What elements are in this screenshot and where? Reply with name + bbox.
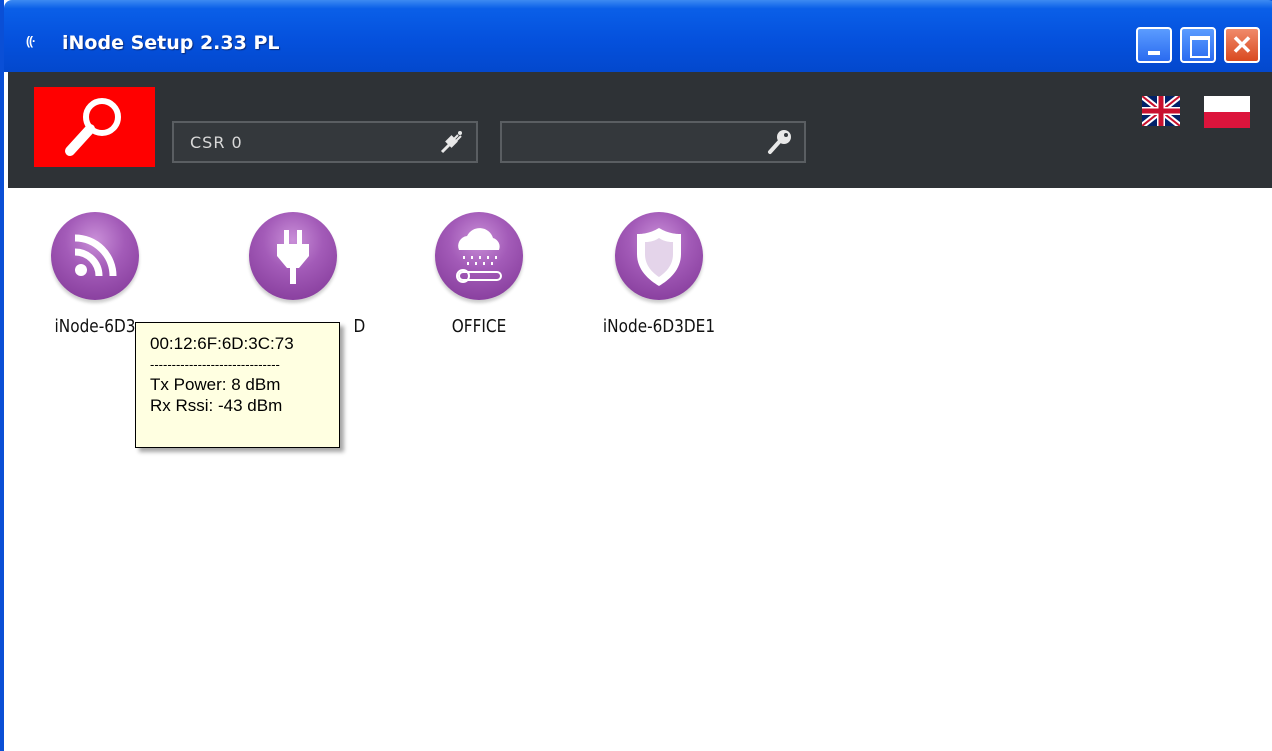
shield-icon: [615, 212, 703, 300]
pl-flag-icon[interactable]: [1204, 96, 1250, 128]
uk-flag-icon[interactable]: [1142, 96, 1180, 126]
weather-sensor-icon: [435, 212, 523, 300]
minimize-button[interactable]: [1136, 27, 1172, 63]
toolbar: CSR 0: [8, 72, 1272, 188]
tooltip-rx-rssi: Rx Rssi: -43 dBm: [150, 396, 283, 415]
app-window: ((· iNode Setup 2.33 PL ✕ CSR 0 iNode-6D…: [0, 0, 1272, 751]
device-label: OFFICE: [451, 316, 507, 337]
close-icon: ✕: [1231, 30, 1253, 60]
minimize-icon: [1148, 51, 1160, 55]
window-title: iNode Setup 2.33 PL: [62, 32, 280, 54]
title-bar[interactable]: ((· iNode Setup 2.33 PL ✕: [4, 0, 1272, 72]
close-button[interactable]: ✕: [1224, 27, 1260, 63]
tooltip-tx-power: Tx Power: 8 dBm: [150, 375, 281, 394]
tooltip-mac: 00:12:6F:6D:3C:73: [150, 334, 294, 353]
key-field[interactable]: [500, 121, 806, 163]
csr-field-value: CSR 0: [190, 133, 243, 152]
plug-icon[interactable]: [438, 128, 466, 156]
maximize-icon: [1190, 36, 1210, 58]
app-title-icon: ((·: [26, 34, 36, 48]
search-button[interactable]: [34, 87, 155, 167]
device-label: iNode-6D3DE1: [602, 316, 716, 337]
key-icon[interactable]: [766, 128, 794, 156]
device-tooltip: 00:12:6F:6D:3C:73 ----------------------…: [135, 322, 340, 448]
plug-icon: [249, 212, 337, 300]
maximize-button[interactable]: [1180, 27, 1216, 63]
device-item[interactable]: OFFICE: [394, 212, 554, 352]
device-list: iNode-6D3 D OFFICE iNode-6D3DE1: [8, 188, 1272, 751]
magnifier-icon: [65, 98, 121, 156]
rss-icon: [51, 212, 139, 300]
tooltip-separator: ------------------------------: [150, 357, 280, 372]
device-item[interactable]: iNode-6D3DE1: [574, 212, 734, 352]
csr-field[interactable]: CSR 0: [172, 121, 478, 163]
